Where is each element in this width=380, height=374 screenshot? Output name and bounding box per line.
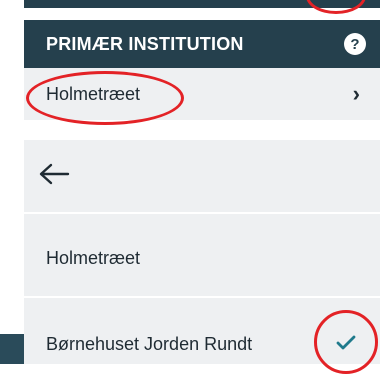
arrow-left-icon[interactable]: [38, 162, 70, 186]
institution-list-panel: Holmetræet Børnehuset Jorden Rundt: [24, 140, 380, 364]
primary-institution-selector[interactable]: Holmetræet ›: [24, 68, 380, 120]
primary-institution-value: Holmetræet: [46, 83, 141, 104]
side-marker: [0, 334, 24, 364]
question-mark-icon[interactable]: ?: [344, 33, 366, 55]
checkmark-icon: [336, 335, 356, 350]
list-item-holmetraeet[interactable]: Holmetræet: [46, 248, 140, 269]
chevron-right-icon: ›: [352, 81, 360, 106]
primary-institution-header: PRIMÆR INSTITUTION ?: [24, 20, 380, 68]
header-title: PRIMÆR INSTITUTION: [46, 33, 244, 54]
divider: [24, 296, 380, 298]
list-item-bornehuset-jorden-rundt[interactable]: Børnehuset Jorden Rundt: [46, 334, 252, 355]
top-bar: [24, 0, 380, 8]
divider: [24, 212, 380, 214]
